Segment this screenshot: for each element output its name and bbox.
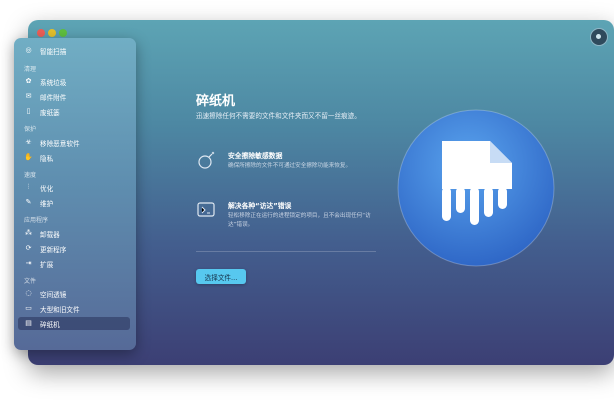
system-junk-icon: ✿: [25, 77, 32, 85]
page-title: 碎纸机: [196, 94, 236, 109]
divider: [196, 251, 376, 252]
sidebar-item-label: 移除恶意软件: [40, 139, 80, 148]
sidebar-item-label: 智能扫描: [40, 47, 67, 56]
privacy-icon: ✋: [24, 153, 33, 161]
smart-scan-icon: ◎: [25, 46, 32, 54]
minimize-button[interactable]: [48, 29, 56, 37]
maintenance-icon: ✎: [25, 198, 32, 206]
section-speed: 速度: [24, 172, 37, 179]
extensions-icon: ⇥: [25, 259, 32, 267]
sidebar-item-label: 邮件附件: [40, 93, 67, 102]
sidebar-item-label: 维护: [40, 199, 54, 208]
shredder-icon: ▤: [25, 319, 32, 327]
uninstaller-icon: ⁂: [25, 229, 32, 237]
sidebar-item-label: 碎纸机: [40, 320, 60, 329]
trash-bins-icon: ▯: [26, 107, 31, 115]
zoom-button[interactable]: [59, 29, 67, 37]
page-description: 迅速擦除任何不需要的文件和文件夹而又不留一丝痕迹。: [196, 112, 361, 120]
assistant-button[interactable]: [590, 28, 608, 46]
close-button[interactable]: [37, 29, 45, 37]
feature-title-finder-errors: 解决各种“访达”错误: [228, 202, 292, 210]
sidebar-item-malware-removal[interactable]: ☣ 移除恶意软件: [18, 136, 130, 149]
sidebar-item-label: 系统垃圾: [40, 78, 67, 87]
choose-files-button[interactable]: 选择文件...: [196, 269, 246, 284]
sidebar: ◎ 智能扫描 清理 ✿ 系统垃圾 ✉ 邮件附件 ▯ 废纸篓 保护 ☣ 移除恶意软…: [14, 38, 136, 350]
bomb-icon: [198, 151, 215, 169]
sidebar-item-label: 扩展: [40, 260, 54, 269]
sidebar-item-large-old-files[interactable]: ▭ 大型和旧文件: [18, 302, 130, 315]
space-lens-icon: ◌: [25, 289, 32, 297]
updater-icon: ⟳: [25, 244, 32, 252]
sidebar-item-trash-bins[interactable]: ▯ 废纸篓: [18, 105, 130, 118]
section-cleanup: 清理: [24, 66, 37, 73]
feature-title-secure-erase: 安全擦除敏感数据: [228, 152, 283, 160]
sidebar-item-label: 更新程序: [40, 245, 67, 254]
sidebar-item-maintenance[interactable]: ✎ 维护: [18, 196, 130, 209]
sidebar-item-label: 空间透镜: [40, 290, 67, 299]
sidebar-item-system-junk[interactable]: ✿ 系统垃圾: [18, 75, 130, 88]
sidebar-item-privacy[interactable]: ✋ 隐私: [18, 151, 130, 164]
sidebar-item-shredder[interactable]: ▤ 碎纸机: [18, 317, 130, 330]
section-applications: 应用程序: [24, 217, 49, 224]
sidebar-item-mail-attachments[interactable]: ✉ 邮件附件: [18, 90, 130, 103]
sidebar-item-smart-scan[interactable]: ◎ 智能扫描: [18, 44, 130, 57]
finder-error-icon: [197, 202, 215, 217]
feature-desc-secure-erase: 确保所擦除的文件不可通过安全擦除功能来恢复。: [228, 163, 352, 169]
malware-removal-icon: ☣: [25, 138, 32, 146]
large-old-files-icon: ▭: [25, 304, 32, 312]
sidebar-item-optimization[interactable]: ⫶ 优化: [18, 181, 130, 194]
sidebar-item-space-lens[interactable]: ◌ 空间透镜: [18, 287, 130, 300]
sidebar-item-updater[interactable]: ⟳ 更新程序: [18, 242, 130, 255]
sidebar-item-extensions[interactable]: ⇥ 扩展: [18, 257, 130, 270]
sidebar-item-uninstaller[interactable]: ⁂ 卸载器: [18, 227, 130, 240]
optimization-icon: ⫶: [27, 183, 30, 191]
sidebar-item-label: 卸载器: [40, 230, 60, 239]
sidebar-item-label: 大型和旧文件: [40, 305, 80, 314]
shredder-hero-icon: [397, 109, 555, 267]
mail-attachments-icon: ✉: [25, 92, 32, 100]
feature-desc-finder-errors: 轻松移除正在运行的进程锁定的项目，且不会出现任何“访达”错误。: [228, 213, 371, 228]
section-protection: 保护: [24, 126, 37, 133]
sidebar-item-label: 废纸篓: [40, 108, 60, 117]
section-files: 文件: [24, 278, 37, 285]
sidebar-item-label: 优化: [40, 184, 54, 193]
sidebar-item-label: 隐私: [40, 154, 54, 163]
